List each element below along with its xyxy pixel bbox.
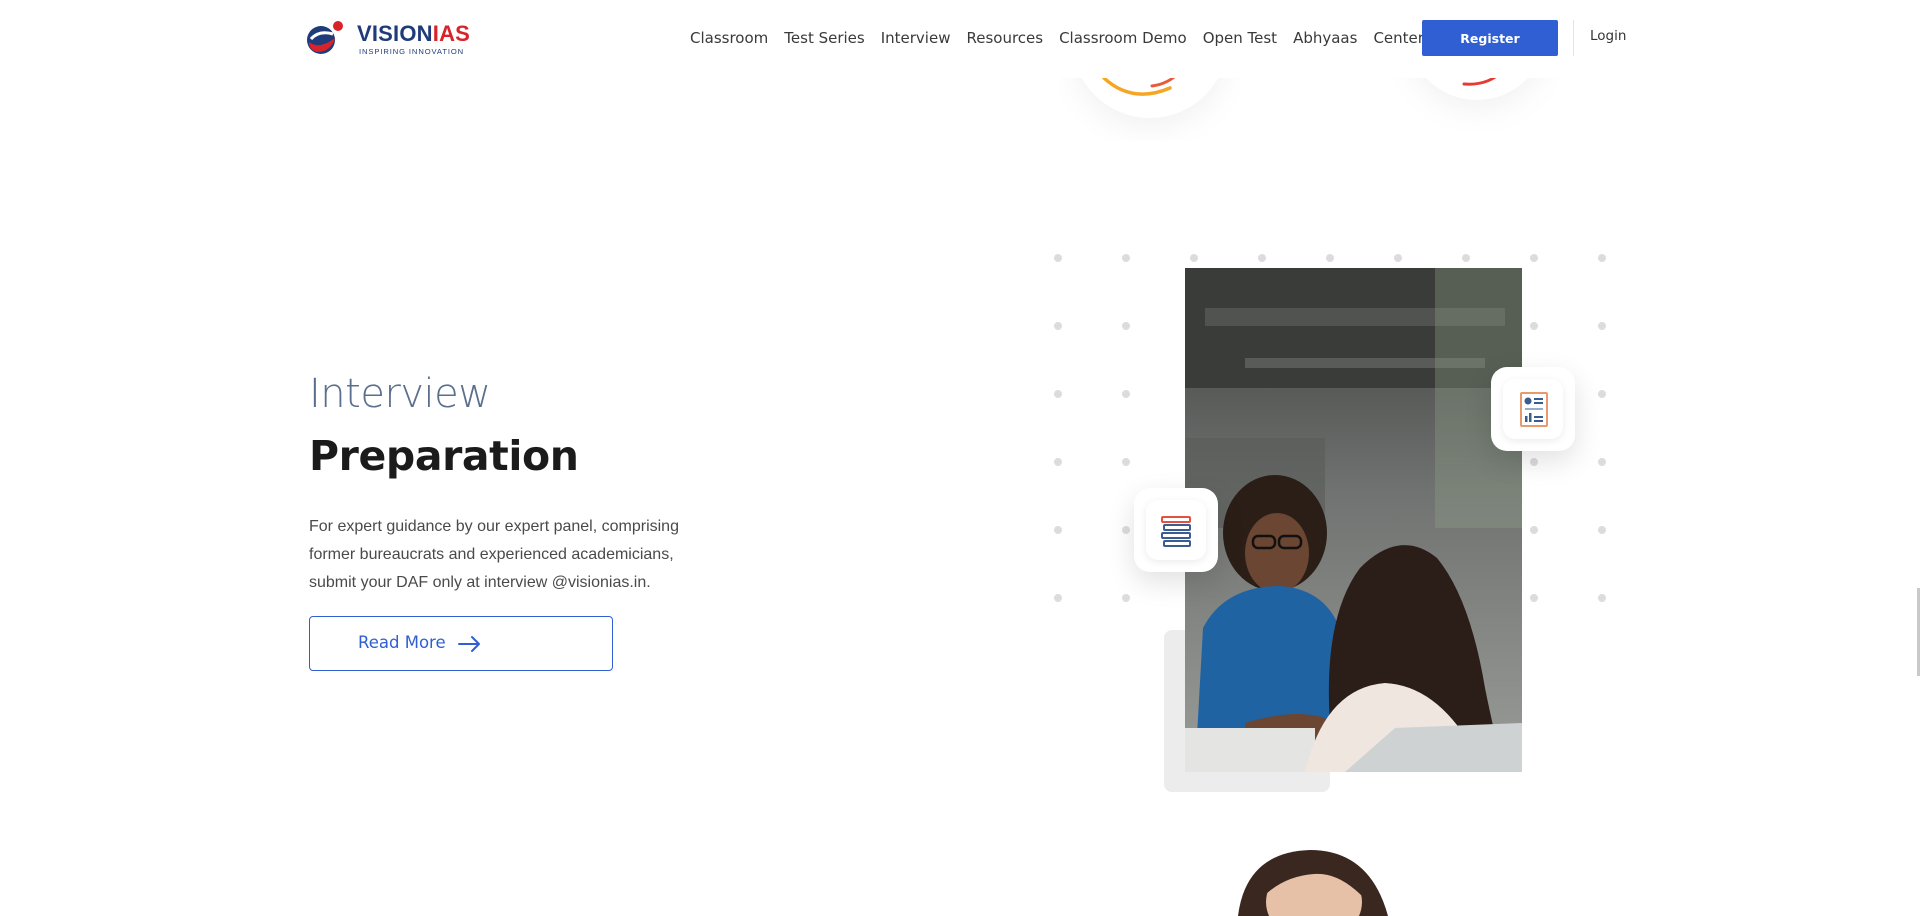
logo-tagline: INSPIRING INNOVATION xyxy=(359,47,465,56)
grid-dot xyxy=(1054,594,1062,602)
grid-dot xyxy=(1054,458,1062,466)
visionias-logo[interactable]: VISIONIAS INSPIRING INNOVATION xyxy=(305,20,470,56)
nav-item-classroom[interactable]: Classroom xyxy=(690,26,768,52)
grid-dot xyxy=(1190,254,1198,262)
grid-dot xyxy=(1598,254,1606,262)
grid-dot xyxy=(1598,594,1606,602)
grid-dot xyxy=(1122,322,1130,330)
report-card xyxy=(1491,367,1575,451)
books-icon xyxy=(1161,516,1191,547)
nav-item-classroom-demo[interactable]: Classroom Demo xyxy=(1059,26,1187,52)
grid-dot xyxy=(1122,594,1130,602)
grid-dot xyxy=(1122,254,1130,262)
grid-dot xyxy=(1598,322,1606,330)
logo-mark-icon xyxy=(307,21,343,54)
logo-title-main: VISION xyxy=(357,21,433,46)
nav-item-test-series[interactable]: Test Series xyxy=(784,26,864,52)
logo-title-accent: IAS xyxy=(432,21,471,46)
nav-item-resources[interactable]: Resources xyxy=(966,26,1043,52)
grid-dot xyxy=(1054,254,1062,262)
grid-dot xyxy=(1598,526,1606,534)
grid-dot xyxy=(1530,526,1538,534)
arrow-right-icon xyxy=(458,636,480,652)
grid-dot xyxy=(1530,322,1538,330)
nav-item-interview[interactable]: Interview xyxy=(881,26,951,52)
grid-dot xyxy=(1394,254,1402,262)
register-button[interactable]: Register xyxy=(1422,20,1558,56)
grid-dot xyxy=(1530,594,1538,602)
report-card-inner xyxy=(1503,379,1563,439)
grid-dot xyxy=(1326,254,1334,262)
grid-dot xyxy=(1462,254,1470,262)
grid-dot xyxy=(1122,458,1130,466)
grid-dot xyxy=(1054,322,1062,330)
grid-dot xyxy=(1122,526,1130,534)
nav-divider xyxy=(1573,20,1574,56)
login-link[interactable]: Login xyxy=(1590,28,1626,44)
grid-dot xyxy=(1054,390,1062,398)
grid-dot xyxy=(1530,458,1538,466)
books-card-inner xyxy=(1146,500,1206,560)
nav-item-abhyaas[interactable]: Abhyaas xyxy=(1293,26,1357,52)
grid-dot xyxy=(1598,458,1606,466)
main-nav: Classroom Test Series Interview Resource… xyxy=(690,26,1448,52)
top-navbar: VISIONIAS INSPIRING INNOVATION Classroom… xyxy=(0,0,1920,78)
report-icon xyxy=(1520,392,1548,427)
section-heading-bold: Preparation xyxy=(309,432,579,480)
grid-dot xyxy=(1122,390,1130,398)
grid-dot xyxy=(1054,526,1062,534)
read-more-label: Read More xyxy=(358,633,446,652)
grid-dot xyxy=(1598,390,1606,398)
interview-photo xyxy=(1185,268,1522,772)
next-section-portrait xyxy=(1220,842,1420,916)
books-card xyxy=(1134,488,1218,572)
nav-item-open-test[interactable]: Open Test xyxy=(1203,26,1277,52)
read-more-button[interactable]: Read More xyxy=(309,616,613,671)
grid-dot xyxy=(1258,254,1266,262)
grid-dot xyxy=(1530,254,1538,262)
logo-title: VISIONIAS xyxy=(357,22,470,46)
section-description: For expert guidance by our expert panel,… xyxy=(309,518,679,591)
section-heading-light: Interview xyxy=(309,371,491,417)
interview-photo-illustration xyxy=(1185,268,1522,772)
